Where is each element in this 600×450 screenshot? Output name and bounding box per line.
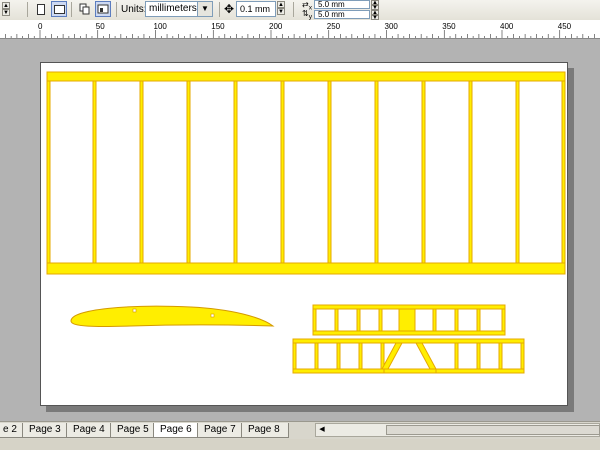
current-page-icon	[97, 4, 109, 14]
tab-page-3[interactable]: Page 3	[22, 423, 70, 438]
center-section	[292, 304, 525, 374]
ruler-label: 50	[96, 22, 105, 31]
scroll-thumb[interactable]	[386, 425, 600, 435]
ruler-label: 150	[211, 22, 225, 31]
rib-10	[468, 80, 473, 264]
ruler-label: 400	[500, 22, 514, 31]
duplicate-y-icon: ⇅y	[302, 9, 313, 21]
current-page-button[interactable]	[95, 1, 111, 17]
tab-page-4[interactable]: Page 4	[66, 423, 114, 438]
ruler-label: 200	[269, 22, 283, 31]
duplicate-distance-x-input[interactable]: 5.0 mm	[314, 0, 370, 9]
rib-3	[139, 80, 144, 264]
airfoil-profile	[70, 305, 275, 327]
spar-notch	[132, 308, 137, 313]
page-size-spinner[interactable]: ▲ ▼	[2, 2, 10, 18]
toolbar-separator	[27, 2, 28, 17]
lower-top-spar	[292, 338, 525, 344]
landscape-page-icon	[53, 4, 65, 14]
toolbar-separator	[293, 2, 294, 17]
all-pages-button[interactable]	[77, 1, 93, 17]
rib-4	[186, 80, 191, 264]
rib-2	[92, 80, 97, 264]
ruler-label: 450	[558, 22, 572, 31]
toolbar-separator	[116, 2, 117, 17]
ruler-label: 100	[154, 22, 168, 31]
right-diagonal-brace	[415, 342, 437, 370]
leading-edge-spar	[46, 71, 566, 82]
units-value: millimeters	[149, 3, 197, 14]
rib-8	[374, 80, 379, 264]
horizontal-ruler[interactable]: 0 50 100 150 200 250 300 350 400 450	[0, 20, 600, 39]
rib-5	[233, 80, 238, 264]
units-label: Units:	[121, 4, 147, 15]
duplicate-spinner[interactable]: ▲ ▼ ▲ ▼	[371, 0, 379, 21]
toolbar-separator	[71, 2, 72, 17]
ruler-label: 250	[327, 22, 341, 31]
duplicate-distance-y-value: 5.0 mm	[318, 10, 345, 19]
scroll-left-icon[interactable]: ◀	[317, 425, 327, 435]
center-block	[398, 308, 416, 332]
nudge-spinner[interactable]: ▲ ▼	[277, 1, 285, 17]
drawing-page[interactable]	[40, 62, 568, 406]
landscape-orientation-button[interactable]	[51, 1, 67, 17]
airfoil-shape	[70, 305, 275, 327]
trailing-edge-spar	[46, 262, 566, 275]
portrait-orientation-button[interactable]	[33, 1, 49, 17]
toolbar-separator	[219, 2, 220, 17]
nudge-distance-value: 0.1 mm	[240, 4, 271, 14]
units-dropdown[interactable]: millimeters ▼	[145, 1, 213, 17]
rib-6	[280, 80, 285, 264]
ruler-label: 300	[385, 22, 399, 31]
tab-page-6[interactable]: Page 6	[153, 423, 201, 438]
tab-page-5[interactable]: Page 5	[110, 423, 158, 438]
wing-parts-drawing	[46, 71, 566, 374]
duplicate-distance-y-input[interactable]: 5.0 mm	[314, 10, 370, 19]
nudge-icon: ✥	[224, 2, 235, 16]
chevron-down-icon[interactable]: ▼	[197, 2, 212, 16]
portrait-page-icon	[37, 3, 45, 15]
rib-9	[421, 80, 426, 264]
tab-page-8[interactable]: Page 8	[241, 423, 289, 438]
upper-bottom-spar	[312, 330, 506, 336]
nudge-distance-input[interactable]: 0.1 mm	[236, 1, 276, 17]
status-strip	[0, 439, 600, 450]
ruler-label: 350	[442, 22, 456, 31]
rib-1	[46, 80, 51, 264]
horizontal-scrollbar[interactable]: ◀	[315, 423, 600, 437]
left-diagonal-brace	[381, 342, 403, 370]
wing-frame	[46, 71, 566, 275]
rib-12	[561, 80, 566, 264]
duplicate-distance-x-value: 5.0 mm	[318, 0, 345, 9]
tab-page-7[interactable]: Page 7	[197, 423, 245, 438]
all-pages-icon	[79, 3, 90, 15]
rib-11	[515, 80, 520, 264]
spar-notch	[210, 313, 215, 318]
upper-top-spar	[312, 304, 506, 310]
ruler-label: 0	[38, 22, 43, 31]
rib-7	[327, 80, 332, 264]
property-bar: ▲ ▼ Units: millimeters ▼ ✥ 0.1 mm ▲ ▼ ⇄x 5…	[0, 0, 600, 21]
